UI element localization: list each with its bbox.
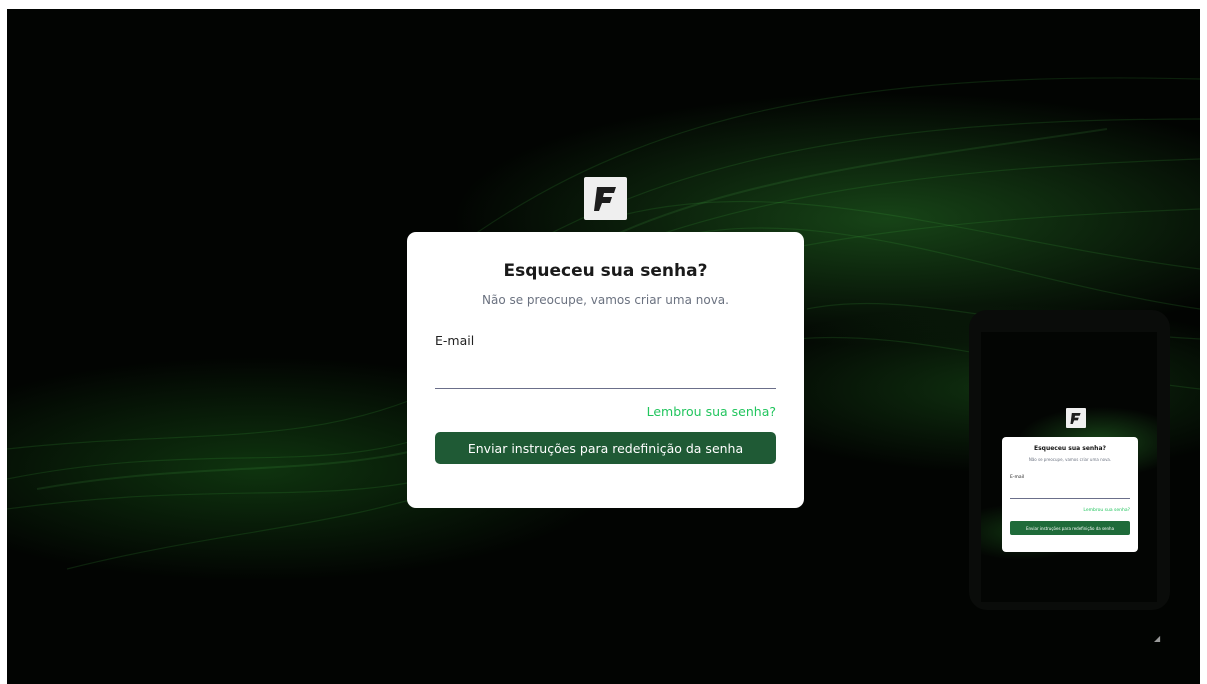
page-subtitle: Não se preocupe, vamos criar uma nova.: [482, 293, 729, 307]
mobile-remembered-link: Lembrou sua senha?: [1083, 508, 1130, 513]
remembered-password-link[interactable]: Lembrou sua senha?: [647, 404, 776, 419]
send-instructions-button[interactable]: Enviar instruções para redefinição da se…: [435, 432, 776, 464]
page-title: Esqueceu sua senha?: [503, 261, 708, 281]
mobile-email-input: [1010, 488, 1130, 499]
email-label: E-mail: [435, 333, 475, 348]
mobile-email-label: E-mail: [1010, 475, 1025, 480]
reset-password-card: Esqueceu sua senha? Não se preocupe, vam…: [407, 232, 804, 508]
mobile-send-button: Enviar instruções para redefinição da se…: [1010, 521, 1130, 535]
mobile-reset-card: Esqueceu sua senha? Não se preocupe, vam…: [1002, 437, 1138, 552]
mobile-subtitle: Não se preocupe, vamos criar uma nova.: [1028, 457, 1112, 462]
mobile-title: Esqueceu sua senha?: [1034, 445, 1106, 452]
resize-handle-icon: ◢: [1154, 634, 1161, 643]
email-input[interactable]: [435, 356, 776, 389]
mobile-f-logo-icon: [1066, 408, 1086, 428]
f-logo-icon: [584, 177, 627, 220]
